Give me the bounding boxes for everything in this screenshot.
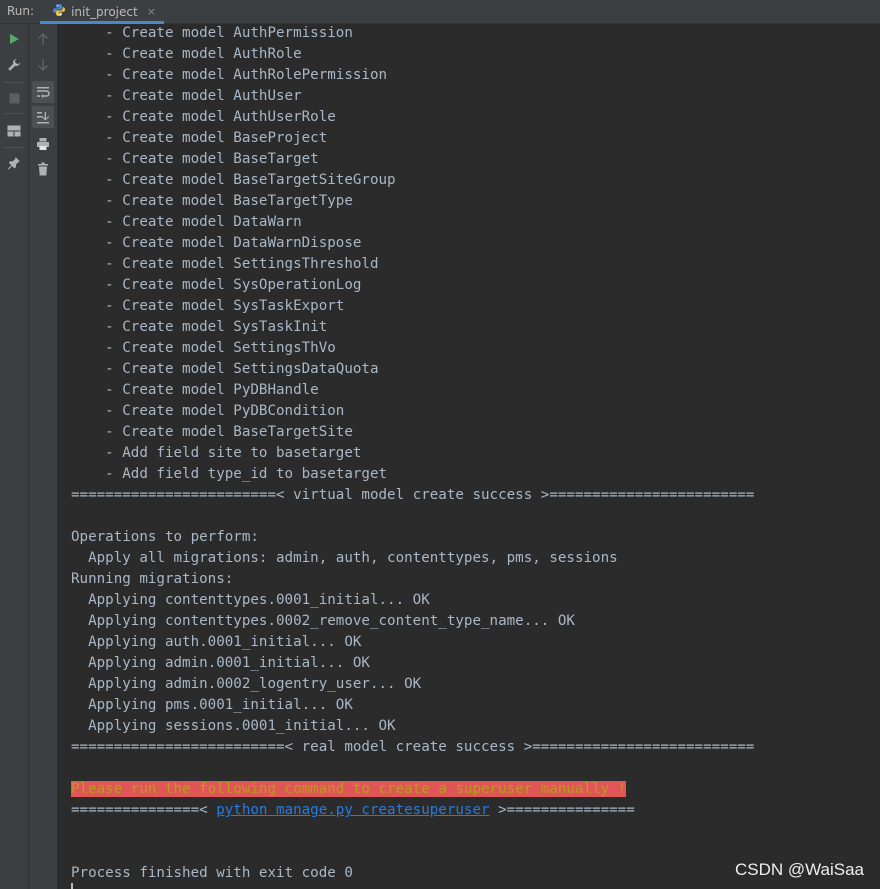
console-actions-gutter xyxy=(29,24,58,889)
console-line: - Create model AuthRole xyxy=(71,46,302,62)
console-line: - Create model DataWarn xyxy=(71,214,302,230)
console-line: - Add field site to basetarget xyxy=(71,445,362,461)
console-caret xyxy=(71,883,73,889)
createsuperuser-link[interactable]: python manage.py createsuperuser xyxy=(216,802,489,818)
gutter-divider xyxy=(4,147,24,148)
console-line: - Create model BaseTarget xyxy=(71,151,319,167)
console-command-line: ===============< python manage.py create… xyxy=(71,800,635,821)
console-line: - Create model PyDBHandle xyxy=(71,382,319,398)
console-line: - Create model AuthUserRole xyxy=(71,109,336,125)
command-prefix: ===============< xyxy=(71,802,217,818)
console-line: - Create model AuthRolePermission xyxy=(71,67,388,83)
console-line: Operations to perform: xyxy=(71,529,259,545)
console-line: - Create model BaseTargetType xyxy=(71,193,353,209)
run-actions-gutter xyxy=(0,24,29,889)
gutter-divider xyxy=(4,82,24,83)
soft-wrap-icon[interactable] xyxy=(32,81,54,103)
arrow-up-icon[interactable] xyxy=(32,28,54,50)
console-line: - Create model BaseTargetSite xyxy=(71,424,353,440)
run-icon[interactable] xyxy=(3,28,25,50)
console-warning-line: Please run the following command to crea… xyxy=(71,779,627,800)
console-line: - Create model BaseTargetSiteGroup xyxy=(71,172,396,188)
print-icon[interactable] xyxy=(32,133,54,155)
console-line: Applying contenttypes.0001_initial... OK xyxy=(71,592,430,608)
run-toolbar: Run: init_project × xyxy=(0,0,880,24)
console-line: Apply all migrations: admin, auth, conte… xyxy=(71,550,618,566)
console-line: ========================< virtual model … xyxy=(71,487,755,503)
console-line: Applying sessions.0001_initial... OK xyxy=(71,718,396,734)
console-line: Applying auth.0001_initial... OK xyxy=(71,634,362,650)
scroll-to-end-icon[interactable] xyxy=(32,106,54,128)
console-line: - Create model BaseProject xyxy=(71,130,328,146)
run-label: Run: xyxy=(7,4,35,18)
superuser-warning: Please run the following command to crea… xyxy=(71,781,627,797)
exit-message: Process finished with exit code 0 xyxy=(71,865,353,881)
watermark: CSDN @WaiSaa xyxy=(734,860,864,879)
console-line: Running migrations: xyxy=(71,571,234,587)
pin-icon[interactable] xyxy=(3,152,25,174)
console-line: =========================< real model cr… xyxy=(71,739,755,755)
gutter-divider xyxy=(4,113,24,114)
console-line: - Create model SysTaskInit xyxy=(71,319,328,335)
console-line: - Create model AuthUser xyxy=(71,88,302,104)
console-line: Applying pms.0001_initial... OK xyxy=(71,697,353,713)
layout-icon[interactable] xyxy=(3,120,25,142)
console-line: - Create model SettingsThVo xyxy=(71,340,336,356)
console-line: - Create model SysTaskExport xyxy=(71,298,345,314)
arrow-down-icon[interactable] xyxy=(32,54,54,76)
console-line: Applying admin.0002_logentry_user... OK xyxy=(71,676,422,692)
console-line: - Create model SysOperationLog xyxy=(71,277,362,293)
close-icon[interactable]: × xyxy=(147,5,156,18)
python-icon xyxy=(52,3,66,20)
console-line: - Create model SettingsDataQuota xyxy=(71,361,379,377)
console-line: - Create model DataWarnDispose xyxy=(71,235,362,251)
stop-icon[interactable] xyxy=(3,87,25,109)
console-output[interactable]: - Create model AuthPermission - Create m… xyxy=(59,24,880,889)
console-line: Applying admin.0001_initial... OK xyxy=(71,655,370,671)
console-line: - Add field type_id to basetarget xyxy=(71,466,388,482)
console-line: - Create model AuthPermission xyxy=(71,25,353,41)
tab-label: init_project xyxy=(71,4,138,19)
console-line: - Create model PyDBCondition xyxy=(71,403,345,419)
console-line: - Create model SettingsThreshold xyxy=(71,256,379,272)
trash-icon[interactable] xyxy=(32,158,54,180)
wrench-icon[interactable] xyxy=(3,54,25,76)
console-line: Applying contenttypes.0002_remove_conten… xyxy=(71,613,575,629)
tab-init-project[interactable]: init_project × xyxy=(40,0,164,24)
command-suffix: >=============== xyxy=(489,802,635,818)
